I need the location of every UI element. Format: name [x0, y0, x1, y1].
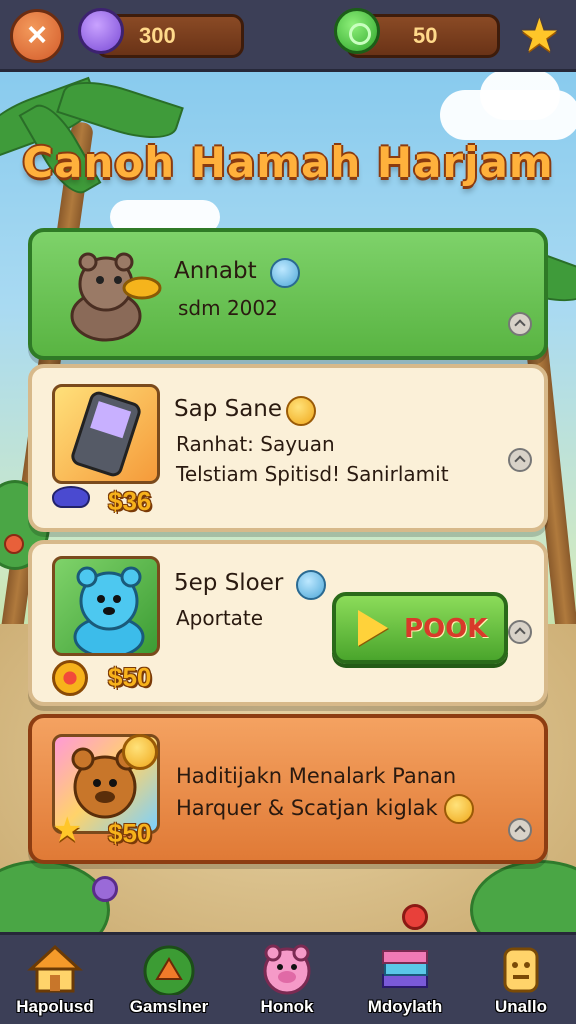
cube-icon	[296, 570, 326, 600]
list-item[interactable]: $36 Sap Sane Ranhat: Sayuan Telstiam Spi…	[28, 364, 548, 532]
nav-item-games[interactable]: Gamslner	[114, 941, 224, 1024]
medal-icon	[52, 660, 88, 696]
list-item[interactable]: $50 5ep Sloer Aportate POOK	[28, 540, 548, 706]
nav-label: Honok	[260, 997, 314, 1016]
top-bar: × 300 50 ★	[0, 0, 576, 72]
nav-label: Hapolusd	[16, 997, 94, 1016]
pig-icon	[259, 943, 315, 995]
coins-value: 50	[413, 23, 438, 48]
chevron-icon[interactable]	[508, 620, 532, 644]
item-price: $36	[108, 486, 152, 516]
hat-icon	[52, 486, 90, 508]
item-description: Telstiam Spitisd! Sanirlamit	[176, 462, 449, 486]
book-button[interactable]: POOK	[332, 592, 508, 664]
book-button-label: POOK	[404, 614, 488, 644]
item-name: 5ep Sloer	[174, 570, 284, 596]
item-description: Haditijakn Menalark Panan	[176, 764, 457, 788]
item-price: $50	[108, 818, 152, 848]
item-price: $50	[108, 662, 152, 692]
nav-label: Gamslner	[129, 997, 209, 1016]
list-item[interactable]: Annabt sdm 2002	[28, 228, 548, 360]
page-title: Canoh Hamah Harjam	[22, 138, 554, 187]
nav-label: Mdoylath	[367, 997, 443, 1016]
close-button[interactable]: ×	[10, 9, 64, 63]
otter-icon	[54, 248, 164, 344]
nav-item-library[interactable]: Mdoylath	[350, 941, 460, 1024]
block-icon	[493, 943, 549, 995]
fox-icon	[141, 943, 197, 997]
chevron-icon[interactable]	[508, 448, 532, 472]
phone-icon	[52, 384, 160, 484]
nav-item-home[interactable]: Hapolusd	[0, 941, 110, 1024]
books-icon	[377, 943, 433, 995]
item-description: Ranhat: Sayuan	[176, 432, 335, 456]
star-icon: ★	[52, 811, 83, 849]
gold-badge-icon	[122, 734, 158, 770]
bottom-nav: Hapolusd Gamslner Honok Mdoylath Unallo	[0, 932, 576, 1024]
item-description: Aportate	[176, 606, 264, 630]
nav-label: Unallo	[495, 997, 547, 1016]
star-icon[interactable]: ★	[519, 8, 560, 62]
info-icon	[270, 258, 300, 288]
coin-icon	[286, 396, 316, 426]
chevron-icon[interactable]	[508, 818, 532, 842]
item-subtitle: sdm 2002	[178, 296, 278, 320]
play-icon	[358, 610, 388, 646]
blue-bear-icon	[52, 556, 160, 656]
nav-item-pig[interactable]: Honok	[232, 941, 342, 1024]
item-description: Harquer & Scatjan kiglak	[176, 796, 438, 820]
nav-item-unallo[interactable]: Unallo	[466, 941, 576, 1024]
coin-icon	[334, 8, 380, 54]
coin-icon	[444, 794, 474, 824]
list-item[interactable]: ★ $50 Haditijakn Menalark Panan Harquer …	[28, 714, 548, 864]
item-name: Sap Sane	[174, 396, 283, 422]
house-icon	[27, 943, 83, 995]
gem-icon	[78, 8, 124, 54]
gems-value: 300	[139, 23, 176, 48]
chevron-up-icon[interactable]	[508, 312, 532, 336]
item-name: Annabt	[174, 258, 257, 284]
